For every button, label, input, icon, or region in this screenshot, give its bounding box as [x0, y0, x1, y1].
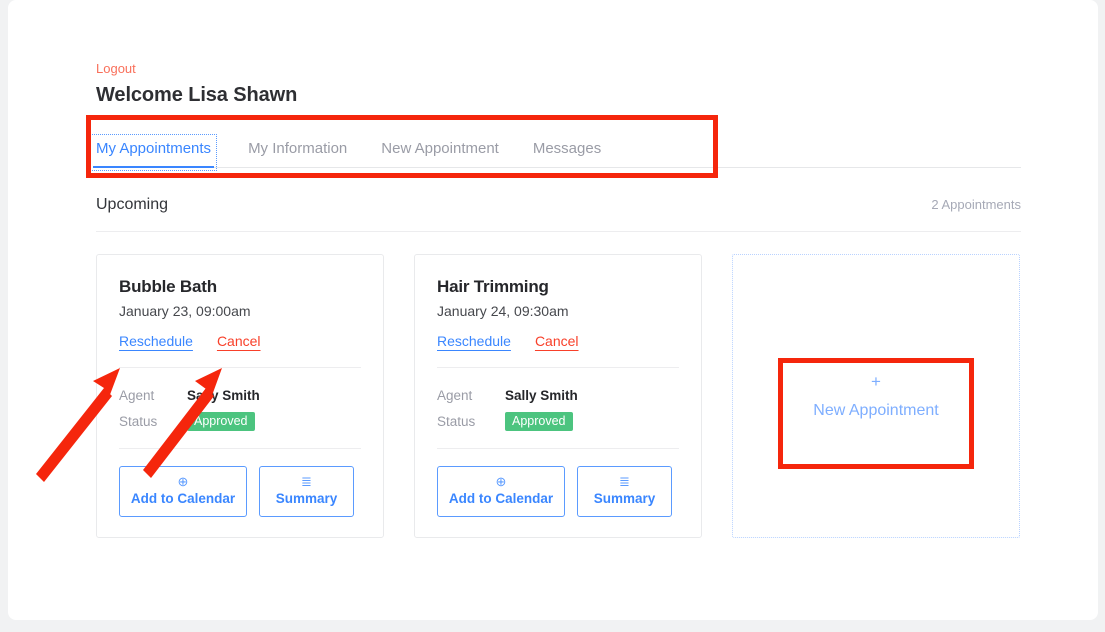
card-divider-lower	[119, 448, 361, 449]
new-appointment-label: New Appointment	[813, 401, 939, 419]
add-to-calendar-button[interactable]: ⊕ Add to Calendar	[119, 466, 247, 517]
list-icon: ≣	[301, 474, 312, 489]
add-to-calendar-button[interactable]: ⊕ Add to Calendar	[437, 466, 565, 517]
card-button-row: ⊕ Add to Calendar ≣ Summary	[119, 466, 361, 517]
appointment-meta: Agent Sally Smith Status Approved	[437, 382, 679, 434]
tab-messages[interactable]: Messages	[533, 140, 601, 168]
agent-label: Agent	[119, 387, 155, 403]
appointment-actions: Reschedule Cancel	[437, 333, 679, 349]
circle-plus-icon: ⊕	[177, 474, 189, 489]
card-divider-lower	[437, 448, 679, 449]
meta-row-agent: Agent Sally Smith	[437, 382, 679, 408]
tab-bar: My Appointments My Information New Appoi…	[86, 115, 1021, 178]
plus-icon: +	[871, 371, 881, 391]
new-appointment-card[interactable]: + New Appointment	[732, 254, 1020, 538]
status-badge: Approved	[187, 411, 255, 431]
summary-label: Summary	[275, 491, 338, 506]
appointment-datetime: January 23, 09:00am	[119, 303, 251, 319]
meta-row-status: Status Approved	[119, 408, 361, 434]
page-panel: Logout Welcome Lisa Shawn My Appointment…	[8, 0, 1098, 620]
meta-row-status: Status Approved	[437, 408, 679, 434]
summary-button[interactable]: ≣ Summary	[577, 466, 672, 517]
status-badge: Approved	[505, 411, 573, 431]
upcoming-header: Upcoming 2 Appointments	[96, 196, 1021, 214]
reschedule-link[interactable]: Reschedule	[437, 333, 511, 349]
card-divider	[437, 367, 679, 368]
tab-my-information[interactable]: My Information	[248, 140, 347, 168]
appointment-card: Hair Trimming January 24, 09:30am Resche…	[414, 254, 702, 538]
card-divider	[119, 367, 361, 368]
appointment-meta: Agent Sally Smith Status Approved	[119, 382, 361, 434]
appointment-count: 2 Appointments	[931, 197, 1021, 212]
circle-plus-icon: ⊕	[495, 474, 507, 489]
cancel-link[interactable]: Cancel	[535, 333, 579, 349]
logout-link[interactable]: Logout	[96, 61, 136, 77]
summary-button[interactable]: ≣ Summary	[259, 466, 354, 517]
card-button-row: ⊕ Add to Calendar ≣ Summary	[437, 466, 679, 517]
status-label: Status	[119, 413, 158, 429]
agent-value: Sally Smith	[505, 387, 578, 403]
tab-my-appointments[interactable]: My Appointments	[89, 134, 218, 171]
appointment-datetime: January 24, 09:30am	[437, 303, 569, 319]
add-to-calendar-label: Add to Calendar	[448, 491, 554, 506]
agent-value: Sally Smith	[187, 387, 260, 403]
status-label: Status	[437, 413, 476, 429]
section-title: Upcoming	[96, 196, 169, 213]
reschedule-link[interactable]: Reschedule	[119, 333, 193, 349]
page-title: Welcome Lisa Shawn	[96, 84, 298, 106]
appointment-actions: Reschedule Cancel	[119, 333, 361, 349]
cancel-link[interactable]: Cancel	[217, 333, 261, 349]
appointment-card: Bubble Bath January 23, 09:00am Reschedu…	[96, 254, 384, 538]
summary-label: Summary	[593, 491, 656, 506]
appointment-card-list: Bubble Bath January 23, 09:00am Reschedu…	[96, 254, 1021, 538]
agent-label: Agent	[437, 387, 473, 403]
tab-new-appointment[interactable]: New Appointment	[381, 140, 499, 168]
section-divider	[96, 231, 1021, 232]
add-to-calendar-label: Add to Calendar	[130, 491, 236, 506]
appointment-title: Bubble Bath	[119, 277, 217, 296]
page-content: Logout Welcome Lisa Shawn My Appointment…	[86, 60, 1021, 538]
new-appointment-inner[interactable]: + New Appointment	[813, 372, 938, 420]
list-icon: ≣	[619, 474, 630, 489]
meta-row-agent: Agent Sally Smith	[119, 382, 361, 408]
tab-list: My Appointments My Information New Appoi…	[89, 126, 1021, 171]
appointment-title: Hair Trimming	[437, 277, 549, 296]
